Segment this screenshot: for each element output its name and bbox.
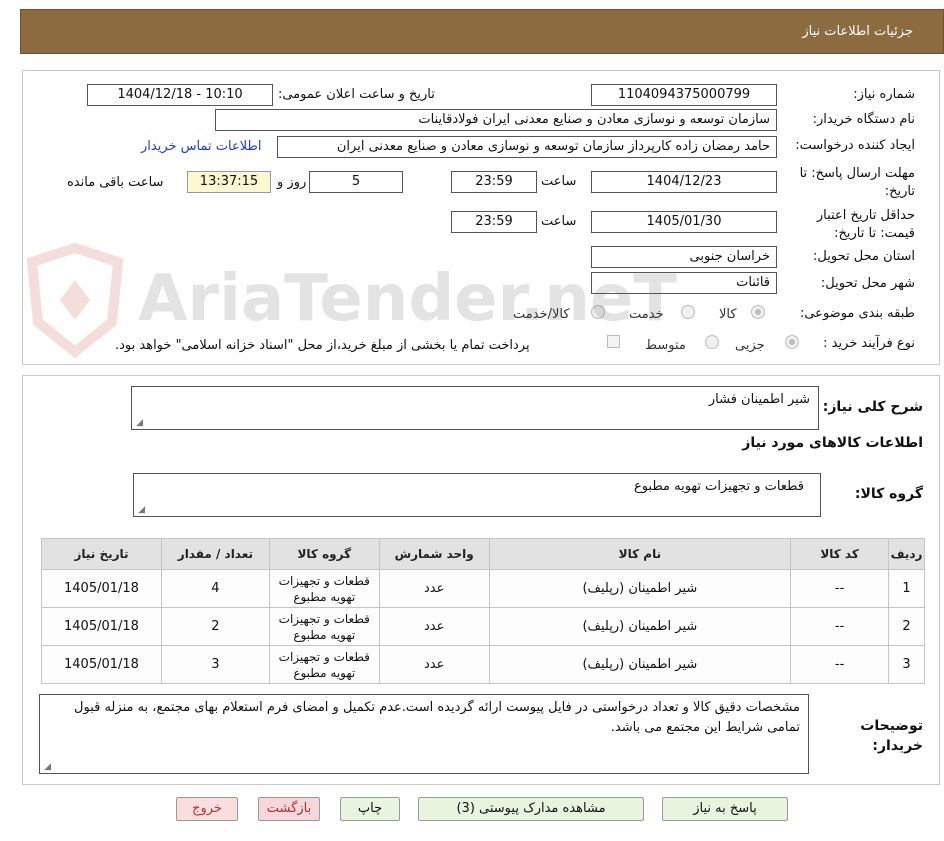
col-quantity: تعداد / مقدار xyxy=(160,538,270,570)
buyer-notes-label: توضیحات خریدار: xyxy=(860,718,923,754)
goods-table: ردیف کد کالا نام کالا واحد شمارش گروه کا… xyxy=(41,538,925,684)
resize-handle-icon[interactable]: ◢ xyxy=(134,419,143,428)
cell-unit: عدد xyxy=(378,607,490,646)
category-radio-both[interactable] xyxy=(591,305,605,319)
cell-unit: عدد xyxy=(378,569,490,608)
table-row: 3 -- شیر اطمینان (رپلیف) عدد قطعات و تجه… xyxy=(41,645,925,684)
category-option-goods: کالا xyxy=(719,307,737,322)
process-option-medium: متوسط xyxy=(645,338,686,353)
category-option-both: کالا/خدمت xyxy=(513,307,570,322)
deadline-label: مهلت ارسال پاسخ: تا تاریخ: xyxy=(799,166,915,199)
summary-text: شیر اطمینان فشار xyxy=(708,392,810,407)
deadline-time-label: ساعت xyxy=(541,174,577,189)
buyer-contact-link[interactable]: اطلاعات تماس خریدار xyxy=(141,139,261,154)
creator-label: ایجاد کننده درخواست: xyxy=(795,138,915,153)
process-radio-medium[interactable] xyxy=(705,335,719,349)
cell-date: 1405/01/18 xyxy=(41,607,162,646)
need-number-field[interactable]: 1104094375000799 xyxy=(591,84,777,106)
need-details-panel: شرح کلی نیاز: شیر اطمینان فشار ◢ اطلاعات… xyxy=(22,375,940,785)
process-radio-minor[interactable] xyxy=(785,335,799,349)
summary-label: شرح کلی نیاز: xyxy=(822,399,923,415)
table-header-row: ردیف کد کالا نام کالا واحد شمارش گروه کا… xyxy=(41,538,925,570)
goods-group-textarea[interactable]: قطعات و تجهیزات تهویه مطبوع ◢ xyxy=(133,473,821,517)
goods-group-label: گروه کالا: xyxy=(854,486,923,502)
days-label: روز و xyxy=(277,175,307,190)
city-field[interactable]: قائنات xyxy=(591,272,777,294)
need-number-label: شماره نیاز: xyxy=(853,87,915,102)
cell-group: قطعات و تجهیزات تهویه مطبوع xyxy=(268,607,380,646)
page-header: جزئیات اطلاعات نیاز xyxy=(20,9,944,54)
cell-row: 2 xyxy=(888,607,925,646)
cell-date: 1405/01/18 xyxy=(41,569,162,608)
treasury-payment-checkbox[interactable] xyxy=(607,335,620,348)
cell-code: -- xyxy=(790,569,890,608)
announce-datetime-field[interactable]: 1404/12/18 - 10:10 xyxy=(87,84,273,106)
buyer-notes-text: مشخصات دقیق کالا و تعداد درخواستی در فای… xyxy=(74,700,800,735)
cell-quantity: 2 xyxy=(160,607,270,646)
col-group: گروه کالا xyxy=(268,538,380,570)
process-option-minor: جزیی xyxy=(735,338,765,353)
col-unit: واحد شمارش xyxy=(378,538,490,570)
summary-textarea[interactable]: شیر اطمینان فشار ◢ xyxy=(131,386,819,430)
cell-quantity: 3 xyxy=(160,645,270,684)
buyer-notes-textarea[interactable]: مشخصات دقیق کالا و تعداد درخواستی در فای… xyxy=(39,694,809,774)
resize-handle-icon[interactable]: ◢ xyxy=(42,763,51,772)
back-button[interactable]: بازگشت xyxy=(258,797,320,821)
city-label: شهر محل تحویل: xyxy=(820,276,915,291)
table-row: 1 -- شیر اطمینان (رپلیف) عدد قطعات و تجه… xyxy=(41,569,925,608)
cell-code: -- xyxy=(790,607,890,646)
province-label: استان محل تحویل: xyxy=(813,249,915,264)
province-field[interactable]: خراسان جنوبی xyxy=(591,246,777,268)
view-attachments-button[interactable]: مشاهده مدارک پیوستی (3) xyxy=(418,797,644,821)
cell-code: -- xyxy=(790,645,890,684)
cell-name: شیر اطمینان (رپلیف) xyxy=(488,645,792,684)
col-row: ردیف xyxy=(888,538,925,570)
resize-handle-icon[interactable]: ◢ xyxy=(136,506,145,515)
col-date: تاریخ نیاز xyxy=(41,538,162,570)
page-title: جزئیات اطلاعات نیاز xyxy=(802,24,913,39)
announce-label: تاریخ و ساعت اعلان عمومی: xyxy=(278,87,435,102)
category-radio-goods[interactable] xyxy=(751,305,765,319)
deadline-date-field[interactable]: 1404/12/23 xyxy=(591,171,777,193)
cell-date: 1405/01/18 xyxy=(41,645,162,684)
category-label: طبقه بندی موضوعی: xyxy=(799,306,915,321)
reply-button[interactable]: پاسخ به نیاز xyxy=(662,797,788,821)
exit-button[interactable]: خروج xyxy=(176,797,238,821)
days-remaining-field: 5 xyxy=(309,171,403,193)
cell-unit: عدد xyxy=(378,645,490,684)
col-name: نام کالا xyxy=(488,538,792,570)
buyer-org-field[interactable]: سازمان توسعه و نوسازی معادن و صنایع معدن… xyxy=(215,109,777,131)
goods-info-title: اطلاعات کالاهای مورد نیاز xyxy=(742,435,923,451)
col-code: کد کالا xyxy=(790,538,890,570)
validity-date-field[interactable]: 1405/01/30 xyxy=(591,211,777,233)
cell-quantity: 4 xyxy=(160,569,270,608)
cell-group: قطعات و تجهیزات تهویه مطبوع xyxy=(268,569,380,608)
validity-label: حداقل تاریخ اعتبار قیمت: تا تاریخ: xyxy=(816,208,915,241)
category-option-service: خدمت xyxy=(629,307,664,322)
cell-row: 1 xyxy=(888,569,925,608)
cell-group: قطعات و تجهیزات تهویه مطبوع xyxy=(268,645,380,684)
deadline-time-field[interactable]: 23:59 xyxy=(451,171,537,193)
need-info-panel: شماره نیاز: 1104094375000799 تاریخ و ساع… xyxy=(22,70,940,365)
remaining-time-field: 13:37:15 xyxy=(187,171,271,193)
buyer-org-label: نام دستگاه خریدار: xyxy=(812,112,915,127)
cell-name: شیر اطمینان (رپلیف) xyxy=(488,569,792,608)
cell-name: شیر اطمینان (رپلیف) xyxy=(488,607,792,646)
creator-field[interactable]: حامد رمضان زاده کارپرداز سازمان توسعه و … xyxy=(277,136,777,158)
print-button[interactable]: چاپ xyxy=(340,797,400,821)
table-row: 2 -- شیر اطمینان (رپلیف) عدد قطعات و تجه… xyxy=(41,607,925,646)
category-radio-service[interactable] xyxy=(681,305,695,319)
validity-time-field[interactable]: 23:59 xyxy=(451,211,537,233)
validity-time-label: ساعت xyxy=(541,214,577,229)
goods-group-text: قطعات و تجهیزات تهویه مطبوع xyxy=(633,479,804,494)
remaining-time-label: ساعت باقی مانده xyxy=(67,175,164,190)
treasury-payment-note: پرداخت تمام یا بخشی از مبلغ خرید،از محل … xyxy=(115,338,530,353)
process-label: نوع فرآیند خرید : xyxy=(823,336,915,351)
cell-row: 3 xyxy=(888,645,925,684)
